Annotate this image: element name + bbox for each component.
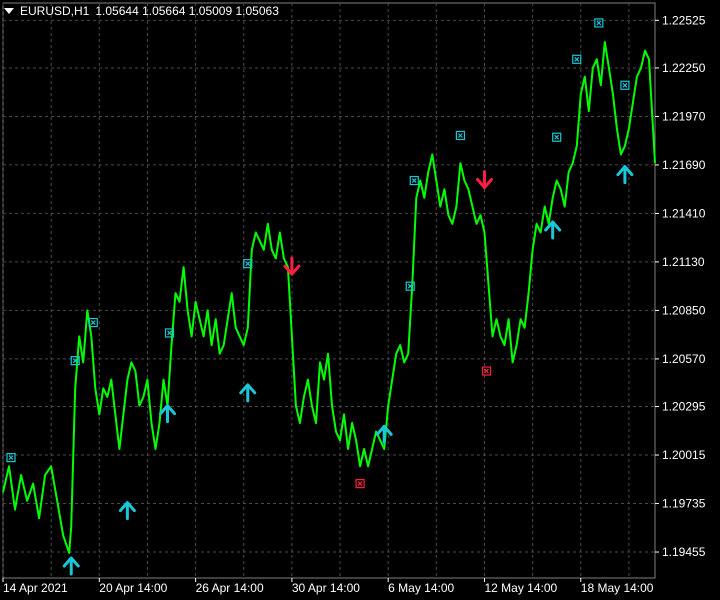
x-tick-label: 30 Apr 14:00 [292,581,360,595]
x-tick-label: 20 Apr 14:00 [99,581,167,595]
x-tick-label: 26 Apr 14:00 [196,581,264,595]
x-tick-label: 6 May 14:00 [388,581,454,595]
ohlc-readout: 1.05644 1.05664 1.05009 1.05063 [95,4,279,18]
dropdown-triangle-icon[interactable] [4,8,14,14]
y-tick-label: 1.21130 [662,255,705,269]
y-tick-label: 1.20015 [662,448,706,462]
symbol-label: EURUSD,H1 [20,4,90,18]
y-tick-label: 1.22250 [662,61,706,75]
y-tick-label: 1.19455 [662,545,706,559]
y-tick-label: 1.21690 [662,158,706,172]
x-tick-label: 18 May 14:00 [581,581,654,595]
y-tick-label: 1.20570 [662,352,706,366]
y-tick-label: 1.21970 [662,109,706,123]
y-tick-label: 1.20295 [662,400,706,414]
x-tick-label: 14 Apr 2021 [3,581,68,595]
x-tick-label: 12 May 14:00 [484,581,557,595]
y-tick-label: 1.20850 [662,303,706,317]
y-tick-label: 1.21410 [662,206,706,220]
y-tick-label: 1.19735 [662,497,706,511]
y-tick-label: 1.22525 [662,13,706,27]
chart-header: EURUSD,H1 1.05644 1.05664 1.05009 1.0506… [4,4,279,18]
price-chart[interactable]: 1.22525 1.22250 1.21970 1.21690 1.21410 1.211… [0,0,720,600]
